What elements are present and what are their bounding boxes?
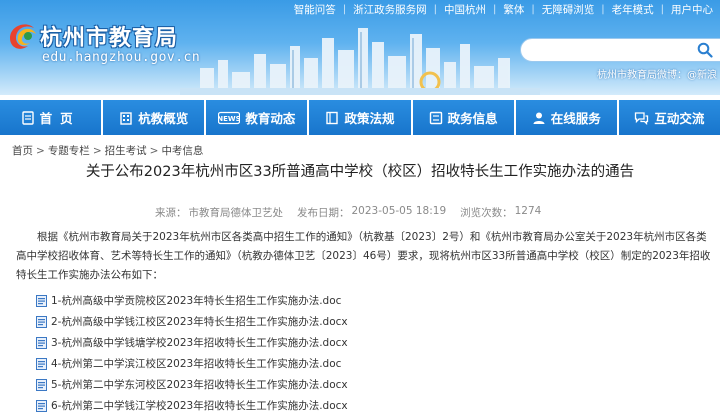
- site-logo[interactable]: 杭州市教育局 edu.hangzhou.gov.cn: [6, 14, 206, 70]
- article-views: 浏览次数： 1274: [460, 205, 542, 219]
- top-utility-bar: 智能问答 | 浙江政务服务网 | 中国杭州 | 繁体 | 无障碍浏览 | 老年模…: [287, 0, 720, 18]
- word-doc-icon: [36, 294, 47, 307]
- topbar-link-elder-mode[interactable]: 老年模式: [605, 2, 661, 17]
- search-button[interactable]: [690, 38, 720, 62]
- search-icon: [697, 42, 713, 58]
- word-doc-icon: [36, 357, 47, 370]
- nav-item-online-service[interactable]: 在线服务: [515, 100, 617, 135]
- attachment-link[interactable]: 5-杭州第二中学东河校区2023年招收特长生工作实施办法.docx: [36, 374, 696, 395]
- site-url: edu.hangzhou.gov.cn: [42, 50, 201, 65]
- info-icon: [429, 111, 442, 124]
- svg-text:NEWS: NEWS: [218, 115, 240, 123]
- nav-item-news[interactable]: NEWS 教育动态: [206, 100, 308, 135]
- topbar-link-hangzhou[interactable]: 中国杭州: [437, 2, 493, 17]
- topbar-link-accessibility[interactable]: 无障碍浏览: [535, 2, 602, 17]
- word-doc-icon: [36, 399, 47, 412]
- nav-item-gov-info[interactable]: 政务信息: [412, 100, 514, 135]
- breadcrumb-zhongkao[interactable]: 中考信息: [161, 143, 203, 158]
- breadcrumb-home[interactable]: 首页: [12, 143, 33, 158]
- header-banner: 智能问答 | 浙江政务服务网 | 中国杭州 | 繁体 | 无障碍浏览 | 老年模…: [0, 0, 720, 95]
- breadcrumb-enrollment[interactable]: 招生考试: [105, 143, 147, 158]
- building-icon: [120, 111, 132, 125]
- site-name: 杭州市教育局: [40, 26, 179, 51]
- nav-item-interaction[interactable]: 互动交流: [618, 100, 720, 135]
- word-doc-icon: [36, 336, 47, 349]
- attachment-link[interactable]: 2-杭州高级中学钱江校区2023年特长生招生工作实施办法.docx: [36, 311, 696, 332]
- news-icon: NEWS: [218, 111, 241, 124]
- user-icon: [533, 112, 545, 124]
- city-skyline-illustration: [180, 28, 540, 95]
- document-icon: [21, 110, 34, 125]
- book-icon: [326, 111, 339, 124]
- breadcrumb-special-topics[interactable]: 专题专栏: [48, 143, 90, 158]
- article-body: 根据《杭州市教育局关于2023年杭州市区各类高中招生工作的通知》（杭教基〔202…: [16, 231, 711, 281]
- article-meta: 来源： 市教育局德体卫艺处 发布日期： 2023-05-05 18:19 浏览次数：…: [155, 205, 541, 220]
- breadcrumb: 首页 > 专题专栏 > 招生考试 > 中考信息: [12, 143, 204, 158]
- article-source: 来源： 市教育局德体卫艺处: [155, 207, 283, 219]
- attachment-link[interactable]: 1-杭州高级中学贡院校区2023年特长生招生工作实施办法.doc: [36, 290, 696, 311]
- main-nav: 首页 杭教概览 NEWS 教育动态 政策法规 政务信息 在线服务 互动交流: [0, 100, 720, 135]
- attachment-list: 1-杭州高级中学贡院校区2023年特长生招生工作实施办法.doc 2-杭州高级中…: [36, 290, 696, 414]
- topbar-link-traditional[interactable]: 繁体: [496, 2, 531, 17]
- nav-item-policy[interactable]: 政策法规: [309, 100, 411, 135]
- attachment-link[interactable]: 3-杭州高级中学钱塘学校2023年招收特长生工作实施办法.docx: [36, 332, 696, 353]
- logo-emblem-icon: [10, 24, 36, 49]
- article-date: 发布日期： 2023-05-05 18:19: [297, 205, 447, 219]
- topbar-link-user-center[interactable]: 用户中心: [664, 2, 720, 17]
- topbar-link-qa[interactable]: 智能问答: [287, 2, 343, 17]
- article-title: 关于公布2023年杭州市区33所普通高中学校（校区）招收特长生工作实施办法的通告: [85, 164, 635, 180]
- attachment-link[interactable]: 4-杭州第二中学滨江校区2023年招收特长生工作实施办法.doc: [36, 353, 696, 374]
- weibo-link[interactable]: 杭州市教育局微博：@新浪: [597, 66, 717, 81]
- word-doc-icon: [36, 315, 47, 328]
- nav-item-overview[interactable]: 杭教概览: [103, 100, 205, 135]
- nav-item-home[interactable]: 首页: [0, 100, 102, 135]
- word-doc-icon: [36, 378, 47, 391]
- topbar-link-zj-service[interactable]: 浙江政务服务网: [346, 2, 434, 17]
- attachment-link[interactable]: 6-杭州第二中学钱江学校2023年招收特长生工作实施办法.docx: [36, 395, 696, 414]
- chat-icon: [635, 111, 649, 125]
